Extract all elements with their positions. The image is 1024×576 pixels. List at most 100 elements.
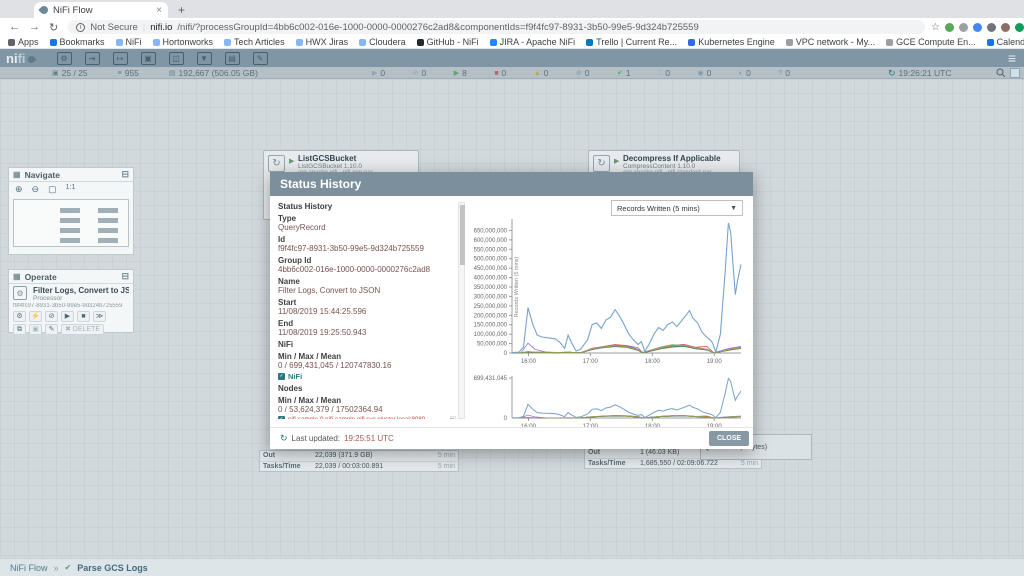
extension-icon[interactable]: [959, 23, 968, 32]
bookmark-item[interactable]: Bookmarks: [50, 37, 105, 47]
navigate-palette: ▦Navigate⊟ ⊕⊖▢1:1: [8, 167, 134, 255]
extension-icon[interactable]: [987, 23, 996, 32]
bookmark-item[interactable]: Kubernetes Engine: [688, 37, 775, 47]
configure-button[interactable]: ⚙: [13, 311, 26, 322]
legend-checkbox[interactable]: ✓: [278, 416, 285, 419]
template-icon[interactable]: ▤: [225, 52, 240, 65]
collapse-icon[interactable]: ⊟: [121, 169, 129, 180]
svg-text:Records Written (5 mins): Records Written (5 mins): [514, 256, 520, 317]
bookmark-item[interactable]: Cloudera: [359, 37, 406, 47]
extension-icon[interactable]: [945, 23, 954, 32]
bookmark-item[interactable]: Tech Articles: [224, 37, 285, 47]
search-icon[interactable]: [996, 68, 1006, 78]
minmax-value: 0 / 53,624,379 / 17502364.94: [278, 405, 456, 414]
paste-button[interactable]: ▣: [29, 324, 42, 335]
breadcrumb-root[interactable]: NiFi Flow: [10, 563, 48, 573]
delete-button[interactable]: ✖ DELETE: [61, 324, 104, 335]
last-updated-label: Last updated:: [292, 434, 340, 443]
invalid-icon: ▲: [534, 70, 541, 77]
minimap-component: [98, 238, 118, 243]
remote-process-group-icon[interactable]: ◫: [169, 52, 184, 65]
chart-pane: Records Written (5 mins) ▼ 050,000,00010…: [470, 200, 747, 425]
bookmark-item[interactable]: Trello | Current Re...: [586, 37, 677, 47]
zoom-fit-icon[interactable]: ▢: [48, 184, 57, 195]
queued-status: ▤192,667 (506.05 GB): [169, 68, 258, 78]
up-to-date-count: 1: [626, 68, 631, 78]
extension-icon[interactable]: [973, 23, 982, 32]
input-port-icon[interactable]: ⇥: [85, 52, 100, 65]
bookmark-item[interactable]: GitHub - NiFi: [417, 37, 479, 47]
scrollbar[interactable]: [458, 202, 465, 419]
terminate-button[interactable]: ≫: [93, 311, 106, 322]
bookmark-icon: [359, 39, 366, 46]
birdseye-minimap[interactable]: [13, 199, 129, 247]
copy-button[interactable]: ⧉: [13, 324, 26, 335]
global-menu-icon[interactable]: ≡: [1008, 50, 1016, 66]
profile-avatar[interactable]: [1001, 23, 1010, 32]
queued-icon: ▤: [169, 69, 176, 77]
scrollbar[interactable]: [450, 416, 456, 419]
change-color-button[interactable]: ✎: [45, 324, 58, 335]
zoom-actual-icon[interactable]: 1:1: [66, 184, 76, 195]
start-button[interactable]: ▶: [61, 311, 74, 322]
stale-status: ◉0: [698, 68, 712, 78]
not-transmitting-status: ⊘0: [413, 68, 427, 78]
bookmark-icon: [296, 39, 303, 46]
detail-label: Group Id: [278, 256, 456, 265]
bookmark-label: Bookmarks: [60, 37, 105, 47]
back-button[interactable]: ←: [9, 21, 20, 33]
bookmark-item[interactable]: Hortonworks: [153, 37, 214, 47]
label-icon[interactable]: ✎: [253, 52, 268, 65]
breadcrumb-current[interactable]: Parse GCS Logs: [77, 563, 148, 573]
bookmark-star-icon[interactable]: ☆: [931, 22, 940, 33]
zoom-in-icon[interactable]: ⊕: [15, 184, 23, 195]
page-info-icon[interactable]: i: [76, 23, 85, 32]
bookmark-item[interactable]: VPC network - My...: [786, 37, 875, 47]
bookmark-label: Cloudera: [369, 37, 406, 47]
url-bar[interactable]: i Not Secure | nifi.io /nifi/?processGro…: [68, 20, 925, 34]
stop-button[interactable]: ■: [77, 311, 90, 322]
bookmark-item[interactable]: GCE Compute En...: [886, 37, 976, 47]
collapse-icon[interactable]: ⊟: [121, 271, 129, 282]
process-group-icon[interactable]: ▣: [141, 52, 156, 65]
bookmark-item[interactable]: Apps: [8, 37, 39, 47]
drag-handle-icon[interactable]: ▦: [13, 272, 21, 281]
refresh-icon[interactable]: ↻: [280, 433, 288, 444]
status-history-brush-chart[interactable]: 699,431,045016:0017:0018:0019:00: [470, 371, 747, 431]
processor-icon[interactable]: ⚙: [57, 52, 72, 65]
browser-tab[interactable]: NiFi Flow ×: [34, 2, 168, 18]
enable-button[interactable]: ⚡: [29, 311, 42, 322]
drag-handle-icon[interactable]: ▦: [13, 170, 21, 179]
dialog-footer: ↻ Last updated: 19:25:51 UTC CLOSE: [270, 427, 753, 449]
refresh-icon[interactable]: ↻: [888, 68, 896, 79]
nifi-legend-checkbox[interactable]: ✓: [278, 373, 285, 380]
funnel-icon[interactable]: ▼: [197, 52, 212, 65]
locally-modified-icon: ◌: [658, 70, 662, 77]
not-transmitting-icon: ⊘: [413, 69, 419, 77]
status-history-chart[interactable]: 050,000,000100,000,000150,000,000200,000…: [470, 216, 747, 366]
bookmark-item[interactable]: HWX Jiras: [296, 37, 349, 47]
disable-button[interactable]: ⊘: [45, 311, 58, 322]
forward-button[interactable]: →: [29, 21, 40, 33]
metric-select[interactable]: Records Written (5 mins) ▼: [611, 200, 743, 216]
details-heading: Status History: [278, 202, 456, 211]
close-button[interactable]: CLOSE: [709, 431, 749, 446]
nodes-section-title: Nodes: [278, 384, 456, 393]
running-count: 8: [462, 68, 467, 78]
profile-avatar[interactable]: [1015, 23, 1024, 32]
zoom-out-icon[interactable]: ⊖: [32, 184, 40, 195]
tab-close-icon[interactable]: ×: [156, 5, 162, 16]
invalid-count: 0: [544, 68, 549, 78]
nifi-status-bar: ▣25 / 25≡955▤192,667 (506.05 GB) ▶0⊘0▶8■…: [0, 67, 1024, 79]
birdseye-toggle[interactable]: [1010, 68, 1020, 78]
bookmark-item[interactable]: Calendar: [987, 37, 1024, 47]
sync-failure-status: ?0: [778, 68, 790, 78]
new-tab-button[interactable]: +: [178, 3, 185, 17]
bookmark-label: NiFi: [126, 37, 142, 47]
bookmark-label: Hortonworks: [163, 37, 214, 47]
bookmark-item[interactable]: NiFi: [116, 37, 142, 47]
output-port-icon[interactable]: ↦: [113, 52, 128, 65]
nifi-logo: nifi: [6, 51, 35, 66]
reload-button[interactable]: ↻: [49, 21, 58, 34]
bookmark-item[interactable]: JIRA - Apache NiFi: [490, 37, 576, 47]
